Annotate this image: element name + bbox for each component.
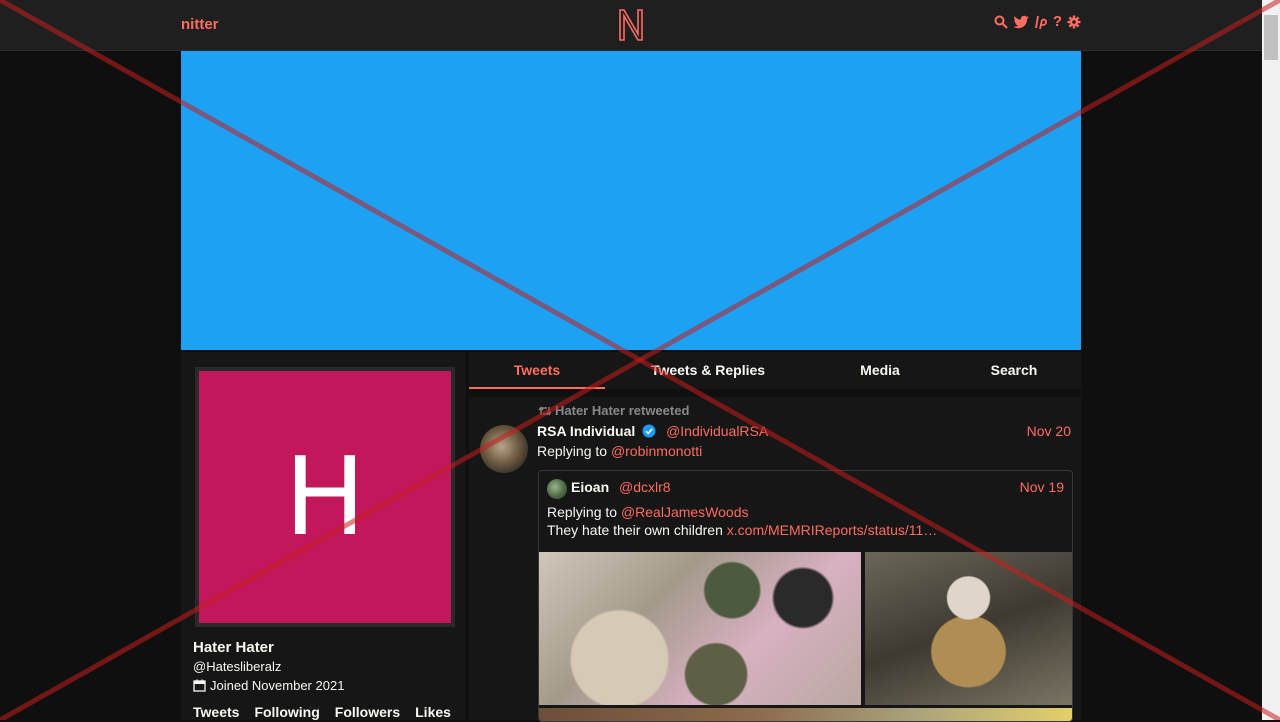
stat-likes[interactable]: Likes: [415, 704, 451, 720]
timeline-item[interactable]: Hater Hater retweeted RSA Individual @In…: [469, 397, 1081, 722]
search-icon[interactable]: [994, 15, 1008, 29]
navbar: nitter ?: [0, 0, 1262, 51]
tab-search[interactable]: Search: [946, 352, 1082, 389]
quote-media-image[interactable]: [539, 552, 861, 705]
tweet-avatar[interactable]: [480, 425, 528, 473]
tweet-username[interactable]: @IndividualRSA: [666, 423, 768, 439]
nav-icons: ?: [994, 14, 1081, 29]
stat-followers[interactable]: Followers: [335, 704, 400, 720]
quote-media-image[interactable]: [865, 552, 1072, 705]
quote-replying-user-link[interactable]: @RealJamesWoods: [621, 504, 749, 520]
tweet-replying-to: Replying to @robinmonotti: [537, 443, 702, 459]
retweet-text: Hater Hater retweeted: [555, 403, 690, 418]
replying-label: Replying to: [537, 443, 608, 459]
tweet-fullname[interactable]: RSA Individual: [537, 423, 635, 439]
profile-username[interactable]: @Hatesliberalz: [193, 659, 281, 674]
quote-text-body: They hate their own children: [547, 522, 723, 538]
avatar-letter: H: [284, 434, 366, 560]
retweet-icon: [538, 405, 552, 416]
tweet-header: RSA Individual @IndividualRSA Nov 20: [537, 423, 1071, 441]
profile-avatar[interactable]: H: [195, 367, 455, 627]
settings-icon[interactable]: [1067, 15, 1081, 29]
quote-header: Eioan @dcxlr8 Nov 19: [571, 479, 1064, 497]
quote-replying-label: Replying to: [547, 504, 618, 520]
verified-badge-icon: [642, 424, 656, 438]
timeline-tabs: Tweets Tweets & Replies Media Search: [469, 352, 1081, 389]
stat-following[interactable]: Following: [254, 704, 319, 720]
brand-link[interactable]: nitter: [181, 16, 219, 33]
profile-joined: Joined November 2021: [193, 678, 344, 693]
quote-text: They hate their own children x.com/MEMRI…: [547, 522, 1047, 538]
quote-date[interactable]: Nov 19: [1020, 479, 1064, 495]
scrollbar-thumb[interactable]: [1264, 15, 1278, 60]
profile-stats: Tweets Following Followers Likes: [193, 704, 451, 720]
lp-icon[interactable]: [1034, 15, 1048, 29]
quote-replying-to: Replying to @RealJamesWoods: [547, 504, 749, 520]
quote-username[interactable]: @dcxlr8: [619, 479, 671, 495]
profile-card: H Hater Hater @Hatesliberalz Joined Nove…: [181, 352, 466, 720]
tab-tweets-replies[interactable]: Tweets & Replies: [640, 352, 776, 389]
twitter-bird-icon[interactable]: [1013, 15, 1029, 29]
nitter-logo[interactable]: [617, 8, 645, 42]
tab-media[interactable]: Media: [812, 352, 948, 389]
stat-tweets[interactable]: Tweets: [193, 704, 239, 720]
tweet-date[interactable]: Nov 20: [1027, 423, 1071, 439]
profile-banner[interactable]: [181, 51, 1081, 350]
quote-fullname[interactable]: Eioan: [571, 479, 609, 495]
page-scrollbar[interactable]: [1262, 0, 1280, 720]
calendar-icon: [193, 679, 206, 692]
profile-fullname[interactable]: Hater Hater: [193, 639, 274, 656]
replying-user-link[interactable]: @robinmonotti: [611, 443, 702, 459]
quote-text-link[interactable]: x.com/MEMRIReports/status/11…: [727, 522, 938, 538]
quoted-tweet[interactable]: Eioan @dcxlr8 Nov 19 Replying to @RealJa…: [538, 470, 1073, 722]
quote-avatar[interactable]: [547, 479, 567, 499]
tab-tweets[interactable]: Tweets: [469, 352, 605, 389]
joined-text: Joined November 2021: [210, 678, 345, 693]
retweet-header: Hater Hater retweeted: [538, 403, 689, 418]
quote-media-image[interactable]: [539, 708, 1072, 721]
help-icon[interactable]: ?: [1053, 14, 1062, 29]
